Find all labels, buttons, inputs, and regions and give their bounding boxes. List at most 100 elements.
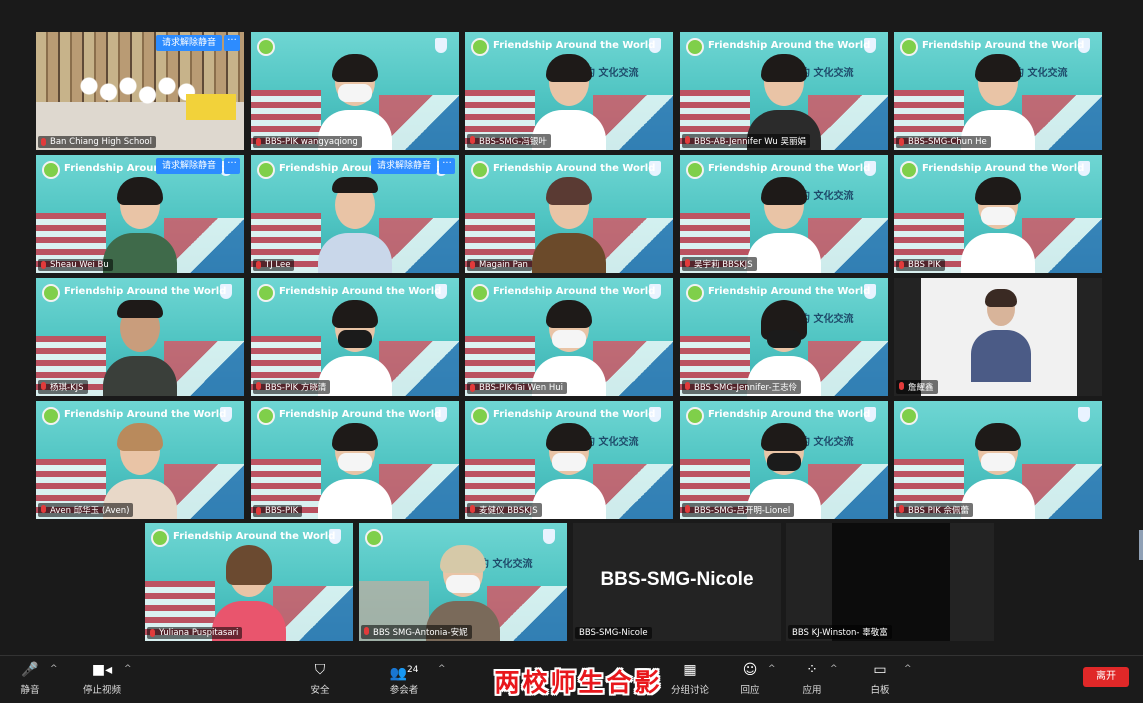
- participant-name: Magain Pan: [467, 259, 532, 271]
- participant-display-name: BBS-SMG-Nicole: [600, 569, 754, 590]
- mic-muted-icon: [256, 507, 261, 515]
- mic-muted-icon: [899, 138, 904, 146]
- participant-name: BBS PIK: [896, 259, 945, 271]
- banner-title: Friendship Around the World: [922, 163, 1085, 174]
- chevron-up-icon[interactable]: ^: [50, 664, 58, 674]
- crest-icon: [435, 38, 447, 53]
- video-tile[interactable]: Friendship Around the World BBS-PIK: [251, 401, 459, 519]
- participant-name: BBS PIK 佘佩蕾: [896, 503, 974, 517]
- more-options-button[interactable]: ···: [224, 158, 240, 174]
- school-logo-icon: [471, 284, 489, 302]
- photo-caption: 两校师生合影: [494, 668, 663, 697]
- banner-title: Friendship Around the World: [922, 40, 1085, 51]
- video-tile[interactable]: Friendship Around the World 云端相约 文化交流 吴宇…: [680, 155, 888, 273]
- chevron-up-icon[interactable]: ^: [124, 664, 132, 674]
- video-tile[interactable]: Friendship Around the World BBS-PIK 方晓清: [251, 278, 459, 396]
- participant-video: [318, 423, 392, 519]
- video-tile[interactable]: 云端相约 文化交流 BBS SMG-Antonia-安妮: [359, 523, 567, 641]
- chevron-up-icon[interactable]: ^: [904, 664, 912, 674]
- video-tile[interactable]: Friendship Around the World 云端相约 文化交流 BB…: [680, 278, 888, 396]
- video-tile[interactable]: BBS PIK 佘佩蕾: [894, 401, 1102, 519]
- participants-icon: 👥24: [389, 665, 419, 682]
- video-tile[interactable]: Friendship Around the World 请求解除静音 ··· T…: [251, 155, 459, 273]
- video-tile[interactable]: 请求解除静音 ··· Ban Chiang High School: [36, 32, 244, 150]
- school-logo-icon: [686, 284, 704, 302]
- school-logo-icon: [42, 284, 60, 302]
- video-tile[interactable]: BBS-PIK wangyaqiong: [251, 32, 459, 150]
- banner-title: Friendship Around the World: [279, 286, 442, 297]
- video-tile[interactable]: Friendship Around the World 杨琪-KJS: [36, 278, 244, 396]
- banner-title: Friendship Around the World: [708, 40, 871, 51]
- school-logo-icon: [257, 38, 275, 56]
- chevron-up-icon[interactable]: ^: [830, 664, 838, 674]
- video-tile[interactable]: Friendship Around the World BBS-PIK-Tai …: [465, 278, 673, 396]
- video-tile[interactable]: BBS KJ-Winston- 辜敬富: [786, 523, 994, 641]
- school-logo-icon: [471, 161, 489, 179]
- video-gallery: 请求解除静音 ··· Ban Chiang High School BBS-PI…: [0, 0, 1143, 655]
- leave-meeting-button[interactable]: 离开: [1083, 667, 1129, 687]
- school-logo-icon: [365, 529, 383, 547]
- mic-muted-icon: [470, 261, 475, 269]
- participant-name: TJ Lee: [253, 259, 295, 271]
- participant-video: [103, 300, 177, 396]
- security-button[interactable]: ⛉ 安全: [290, 660, 350, 700]
- school-logo-icon: [686, 407, 704, 425]
- mic-muted-icon: [470, 136, 475, 144]
- participant-name: BBS-PIK wangyaqiong: [253, 136, 362, 148]
- mic-muted-icon: [470, 505, 475, 513]
- request-unmute-button[interactable]: 请求解除静音: [155, 158, 222, 174]
- banner-title: Friendship Around the World: [64, 409, 227, 420]
- banner-title: Friendship Around the World: [493, 409, 656, 420]
- video-tile[interactable]: Friendship Around the World Yuliana Pusp…: [145, 523, 353, 641]
- school-logo-icon: [686, 38, 704, 56]
- more-options-button[interactable]: ···: [439, 158, 455, 174]
- participant-name: Ban Chiang High School: [38, 136, 156, 148]
- scroll-handle[interactable]: [1139, 530, 1143, 560]
- participants-button[interactable]: 👥24 参会者: [374, 660, 434, 700]
- more-options-button[interactable]: ···: [224, 35, 240, 51]
- stop-video-button[interactable]: ■◂ 停止视频: [72, 660, 132, 700]
- mic-muted-icon: [256, 261, 261, 269]
- mic-muted-icon: [685, 259, 690, 267]
- school-logo-icon: [471, 38, 489, 56]
- banner-title: Friendship Around the World: [493, 286, 656, 297]
- participant-name: BBS-SMG-吕开明-Lionel: [682, 503, 795, 517]
- mic-muted-icon: [685, 505, 690, 513]
- request-unmute-button[interactable]: 请求解除静音: [370, 158, 437, 174]
- video-tile[interactable]: Friendship Around the World 云端相约 文化交流 麦健…: [465, 401, 673, 519]
- mic-muted-icon: [150, 629, 155, 637]
- video-tile[interactable]: Friendship Around the World Magain Pan: [465, 155, 673, 273]
- chevron-up-icon[interactable]: ^: [768, 664, 776, 674]
- mic-muted-icon: [41, 505, 46, 513]
- mic-muted-icon: [899, 505, 904, 513]
- video-tile[interactable]: Friendship Around the World 云端相约 文化交流 BB…: [680, 401, 888, 519]
- participant-name: BBS-SMG-冯银叶: [467, 134, 551, 148]
- mic-muted-icon: [41, 261, 46, 269]
- video-tile[interactable]: Friendship Around the World 云端相约 文化交流 BB…: [465, 32, 673, 150]
- banner-title: Friendship Around the World: [708, 409, 871, 420]
- whiteboard-icon: ▭: [873, 662, 887, 678]
- video-tile[interactable]: Friendship Around the World Aven 邱华玉 (Av…: [36, 401, 244, 519]
- mic-muted-icon: [256, 382, 261, 390]
- banner-title: Friendship Around the World: [279, 409, 442, 420]
- banner-title: Friendship Around the World: [173, 531, 336, 542]
- whiteboard-button[interactable]: ▭ 白板: [850, 660, 910, 700]
- participant-name: Aven 邱华玉 (Aven): [38, 503, 134, 517]
- video-tile[interactable]: BBS-SMG-Nicole BBS-SMG-Nicole: [573, 523, 781, 641]
- video-tile[interactable]: 詹耀鑫: [894, 278, 1102, 396]
- video-camera-icon: ■◂: [91, 662, 113, 678]
- video-tile[interactable]: Friendship Around the World 请求解除静音 ··· S…: [36, 155, 244, 273]
- mic-muted-icon: [364, 627, 369, 635]
- participant-name: 麦健仪 BBSKJS: [467, 503, 542, 517]
- banner-title: Friendship Around the World: [493, 40, 656, 51]
- school-logo-icon: [900, 161, 918, 179]
- video-tile[interactable]: Friendship Around the World 云端相约 文化交流 BB…: [894, 32, 1102, 150]
- banner-title: Friendship Around the World: [708, 286, 871, 297]
- request-unmute-button[interactable]: 请求解除静音: [155, 35, 222, 51]
- participant-video: [532, 177, 606, 273]
- participant-name: BBS-PIK: [253, 505, 303, 517]
- chevron-up-icon[interactable]: ^: [438, 664, 446, 674]
- mic-muted-icon: [899, 261, 904, 269]
- video-tile[interactable]: Friendship Around the World BBS PIK: [894, 155, 1102, 273]
- video-tile[interactable]: Friendship Around the World 云端相约 文化交流 BB…: [680, 32, 888, 150]
